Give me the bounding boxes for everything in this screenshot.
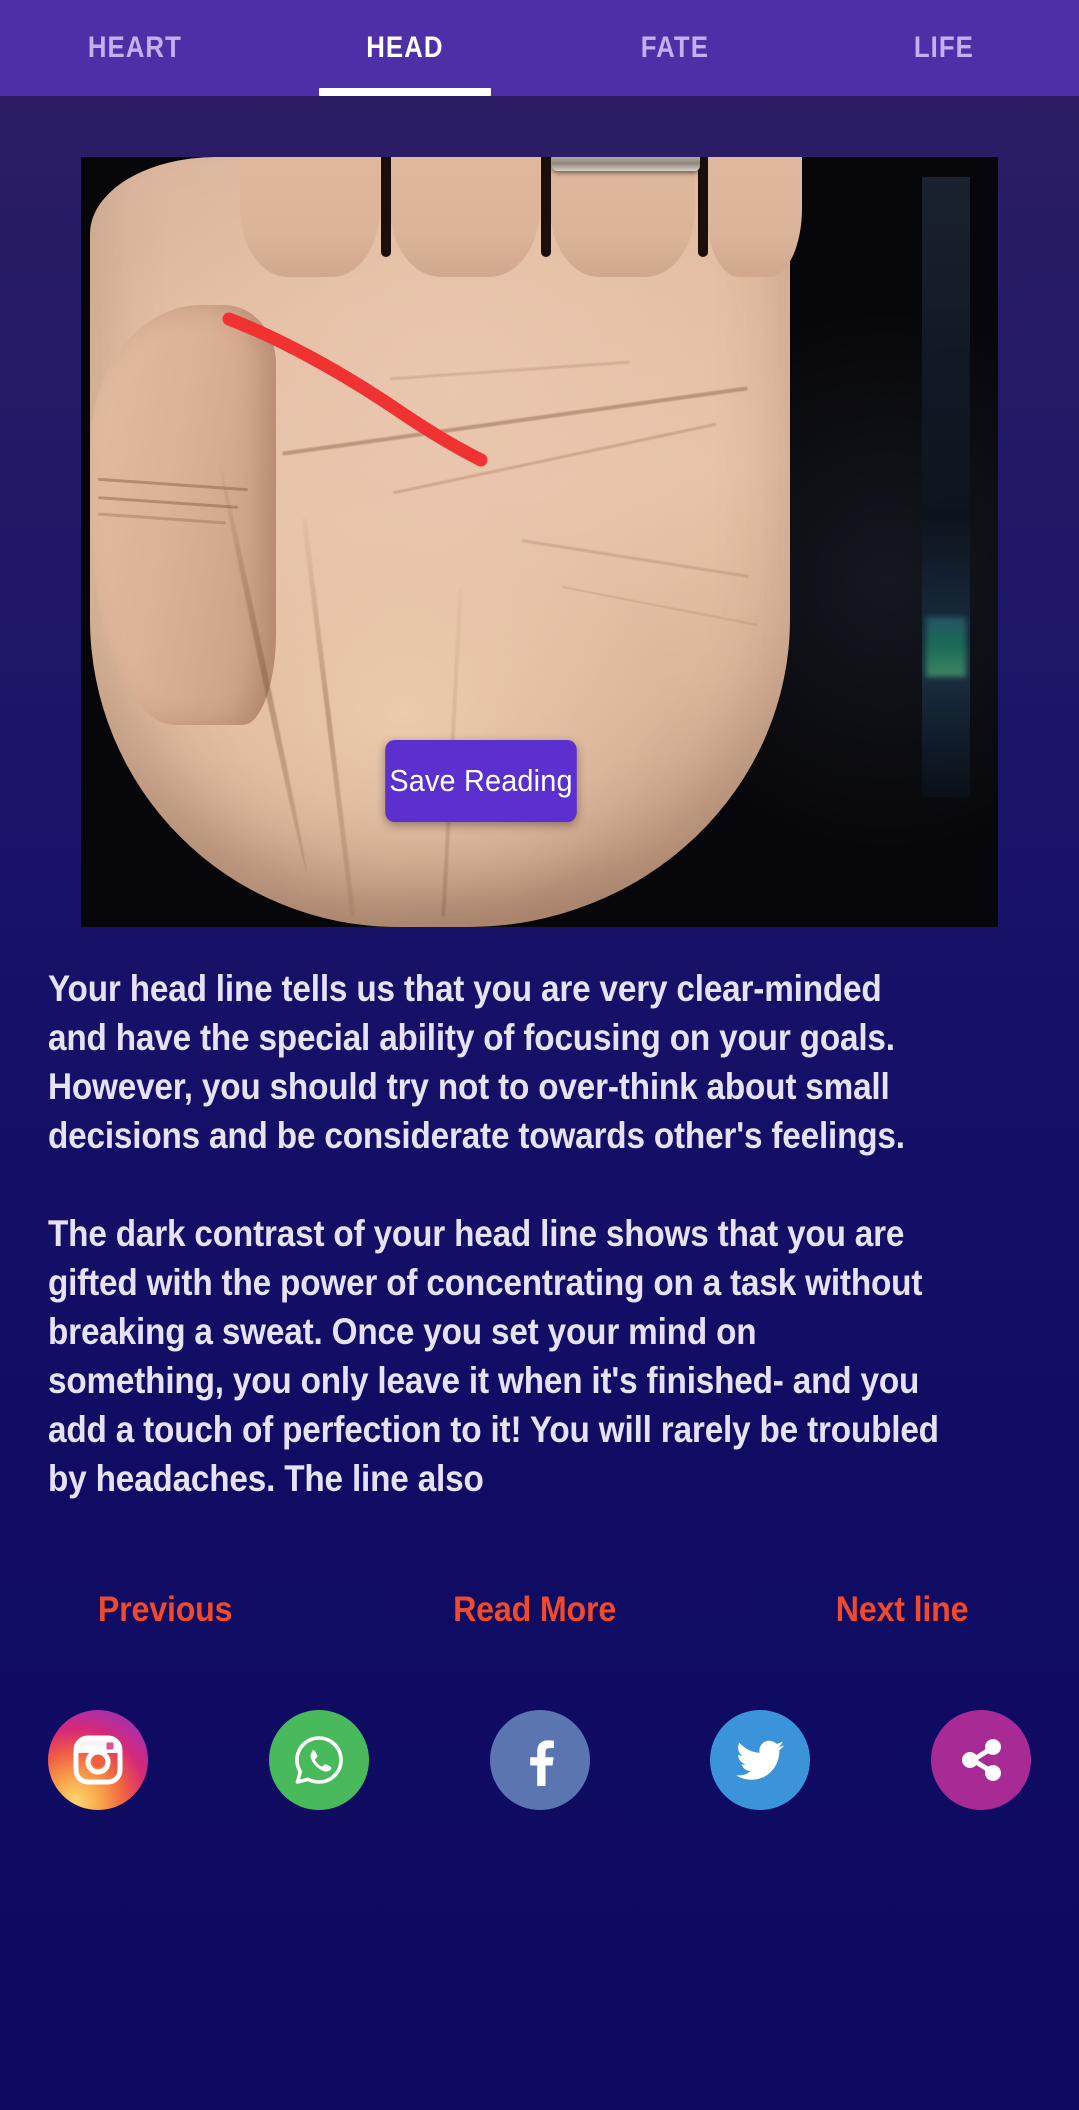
tab-head[interactable]: HEAD: [289, 0, 521, 96]
twitter-icon[interactable]: [710, 1710, 811, 1810]
reading-paragraph-1: Your head line tells us that you are ver…: [48, 964, 1038, 1160]
next-line-link[interactable]: Next line: [836, 1590, 969, 1630]
facebook-icon[interactable]: [489, 1710, 590, 1810]
tab-head-label: HEAD: [366, 31, 444, 64]
tab-bar: HEART HEAD FATE LIFE: [0, 0, 1079, 96]
active-tab-indicator: [318, 88, 491, 96]
whatsapp-glyph-icon: [294, 1736, 343, 1784]
tab-life-label: LIFE: [914, 31, 975, 64]
tab-heart-label: HEART: [87, 31, 182, 64]
reading-nav-links: Previous Read More Next line: [48, 1582, 1018, 1638]
tab-life[interactable]: LIFE: [828, 0, 1060, 96]
facebook-glyph-icon: [529, 1740, 554, 1786]
instagram-glyph-icon: [73, 1735, 123, 1785]
palm-photo-content: Save Reading: [81, 157, 998, 927]
tab-heart[interactable]: HEART: [19, 0, 251, 96]
reading-text: Your head line tells us that you are ver…: [48, 964, 1038, 1503]
tab-fate[interactable]: FATE: [558, 0, 790, 96]
reading-paragraph-2: The dark contrast of your head line show…: [48, 1209, 1038, 1503]
previous-link[interactable]: Previous: [98, 1590, 233, 1630]
save-reading-button[interactable]: Save Reading: [385, 740, 577, 822]
tab-fate-label: FATE: [640, 31, 709, 64]
whatsapp-icon[interactable]: [268, 1710, 369, 1810]
reading-paragraph-2-text: The dark contrast of your head line show…: [48, 1213, 939, 1499]
social-share-row: [48, 1700, 1031, 1820]
instagram-icon[interactable]: [48, 1710, 148, 1810]
twitter-glyph-icon: [736, 1740, 785, 1780]
read-more-link[interactable]: Read More: [453, 1590, 616, 1630]
reading-paragraph-1-text: Your head line tells us that you are ver…: [48, 968, 905, 1156]
share-glyph-icon: [962, 1739, 1001, 1781]
share-icon[interactable]: [931, 1710, 1031, 1810]
palm-photo[interactable]: Save Reading: [81, 157, 998, 927]
